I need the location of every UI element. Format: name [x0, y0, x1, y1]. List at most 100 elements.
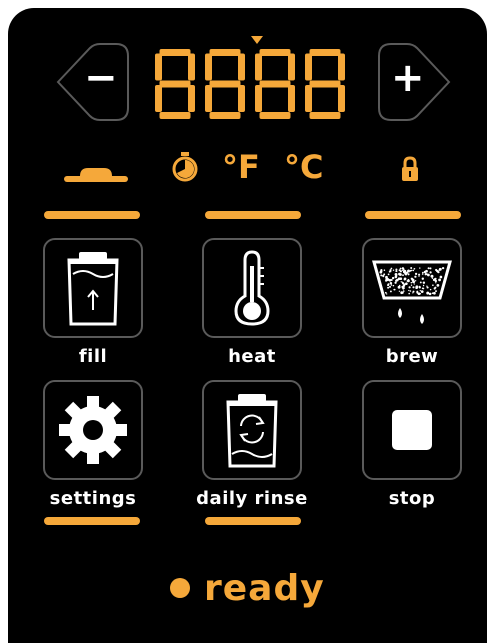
brew-label: brew	[385, 346, 439, 367]
coffee-grain	[408, 286, 411, 289]
digit-segment	[159, 49, 191, 56]
coffee-grain	[409, 290, 412, 292]
coffee-grain	[441, 266, 445, 270]
coffee-grain	[407, 279, 410, 282]
coffee-grain	[385, 277, 389, 281]
coffee-grain	[432, 279, 435, 281]
coffee-grain	[401, 286, 403, 288]
coffee-grain	[429, 288, 432, 291]
display-digits	[155, 49, 345, 119]
daily-rinse-label: daily rinse	[196, 488, 308, 509]
coffee-grain	[434, 277, 437, 280]
heat-button[interactable]	[202, 238, 302, 338]
coffee-grain	[414, 275, 417, 278]
indicator-bar-left	[44, 211, 140, 219]
digit-segment	[205, 53, 212, 81]
coffee-grain	[439, 275, 443, 279]
thermometer-icon	[234, 250, 270, 326]
digit-segment	[305, 85, 312, 112]
coffee-grain	[387, 286, 390, 289]
coffee-grain	[394, 272, 398, 276]
coffee-grain	[392, 284, 395, 287]
heat-label: heat	[228, 346, 276, 367]
tank-rinse-icon	[226, 394, 278, 468]
digit-segment	[155, 53, 162, 81]
coffee-grain	[390, 267, 393, 270]
coffee-grain	[402, 284, 406, 287]
coffee-grain	[379, 270, 383, 273]
coffee-grain	[436, 284, 440, 287]
coffee-grain	[429, 271, 432, 274]
coffee-grain	[395, 270, 398, 273]
coffee-grain	[398, 290, 401, 292]
coffee-grain	[431, 292, 434, 295]
decrement-button[interactable]: −	[54, 42, 130, 122]
settings-label: settings	[49, 488, 137, 509]
coffee-grain	[388, 285, 392, 288]
brew-basket-icon	[372, 260, 452, 324]
fill-label: fill	[78, 346, 108, 367]
coffee-grain	[424, 273, 427, 276]
coffee-grain	[435, 282, 437, 284]
digit-segment	[338, 85, 345, 112]
coffee-grain	[414, 280, 417, 282]
coffee-grain	[421, 277, 424, 280]
celsius-indicator: °C	[284, 148, 324, 186]
daily-rinse-indicator-bar	[205, 517, 301, 525]
coffee-grain	[408, 292, 411, 295]
coffee-grain	[437, 270, 440, 274]
coffee-grounds	[379, 266, 445, 296]
digit-segment	[155, 85, 162, 112]
coffee-grain	[389, 281, 393, 285]
coffee-grain	[390, 284, 393, 286]
digit-segment	[159, 112, 191, 119]
coffee-grain	[384, 291, 387, 294]
digit-segment	[159, 80, 191, 88]
coffee-grain	[382, 275, 384, 278]
display-marker	[251, 36, 263, 44]
digit-segment	[309, 112, 341, 119]
indicator-bar-center	[205, 211, 301, 219]
digit-segment	[309, 49, 341, 56]
digit-segment	[205, 85, 212, 112]
coffee-grain	[402, 274, 404, 277]
coffee-grain	[390, 278, 393, 282]
coffee-grain	[387, 283, 390, 286]
increment-button[interactable]: +	[377, 42, 453, 122]
digit-segment	[238, 53, 245, 81]
coffee-grain	[410, 266, 413, 270]
indicator-bar-right	[365, 211, 461, 219]
fahrenheit-indicator: °F	[222, 148, 260, 186]
stop-button[interactable]	[362, 380, 462, 480]
digit-segment	[259, 80, 291, 88]
coffee-grain	[401, 269, 404, 271]
coffee-grain	[383, 269, 386, 271]
status-indicator: ready	[170, 563, 325, 613]
coffee-grain	[412, 286, 415, 289]
coffee-grain	[415, 286, 418, 289]
settings-button[interactable]	[43, 380, 143, 480]
coffee-grain	[433, 291, 436, 295]
settings-indicator-bar	[44, 517, 140, 525]
coffee-grain	[438, 278, 441, 282]
coffee-grain	[410, 284, 413, 286]
coffee-grain	[399, 277, 403, 281]
coffee-grain	[394, 281, 397, 284]
coffee-grain	[413, 283, 415, 285]
timer-icon	[172, 152, 198, 182]
coffee-grain	[398, 273, 402, 276]
coffee-grain	[438, 269, 441, 271]
coffee-grain	[396, 278, 399, 282]
digit-segment	[209, 80, 241, 88]
coffee-grain	[391, 276, 395, 280]
coffee-grain	[418, 275, 420, 277]
daily-rinse-button[interactable]	[202, 380, 302, 480]
status-dot	[170, 578, 190, 598]
brew-button[interactable]	[362, 238, 462, 338]
coffee-grain	[435, 290, 437, 293]
coffee-grain	[386, 293, 388, 295]
coffee-grain	[404, 273, 406, 275]
decrement-symbol: −	[84, 55, 118, 101]
fill-button[interactable]	[43, 238, 143, 338]
coffee-grain	[421, 287, 424, 290]
